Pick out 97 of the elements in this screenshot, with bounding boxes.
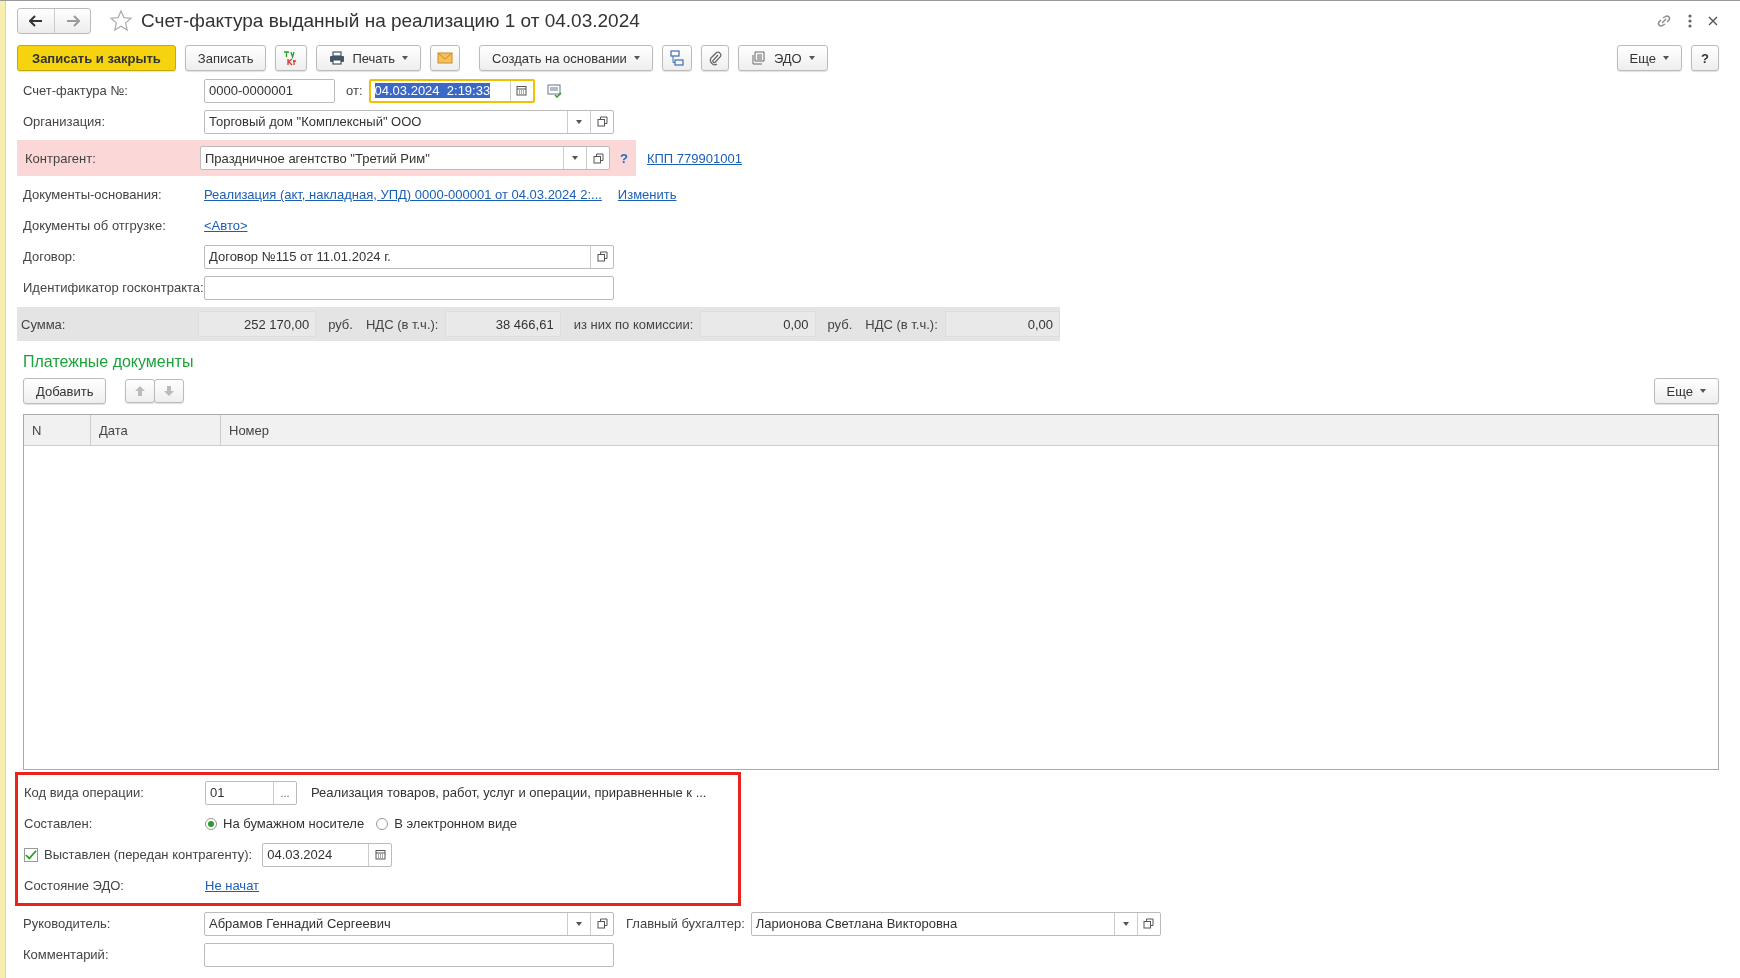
gov-contract-id-field[interactable] — [204, 275, 614, 300]
field-label: Контрагент: — [24, 150, 97, 166]
attachment-button[interactable] — [700, 45, 729, 71]
move-down-button[interactable] — [154, 379, 185, 403]
select-button[interactable]: ... — [273, 781, 296, 804]
checkbox-label: Выставлен (передан контрагенту): — [44, 847, 253, 862]
email-button[interactable] — [430, 45, 460, 71]
open-window-icon — [596, 918, 608, 929]
issued-date-field[interactable]: 04.03.2024 — [262, 842, 393, 867]
column-header[interactable]: Номер — [221, 415, 1718, 445]
field-label: Счет-фактура №: — [22, 83, 129, 98]
structure-icon — [668, 50, 685, 66]
date-field[interactable]: 04.03.2024 2:19:33 — [368, 78, 535, 103]
radio-option[interactable]: В электронном виде — [376, 816, 517, 831]
total-value: 0,00 — [700, 311, 816, 337]
radio-option[interactable]: На бумажном носителе — [205, 816, 365, 831]
total-label: НДС (в т.ч.): — [365, 316, 439, 332]
edo-button[interactable]: ЭДО — [737, 45, 828, 71]
help-button[interactable]: ? — [1691, 45, 1719, 71]
open-window-icon — [596, 116, 608, 127]
operation-code-field[interactable]: 01 ... — [205, 780, 297, 805]
chief-accountant-field[interactable]: Ларионова Светлана Викторовна — [750, 911, 1161, 936]
field-label: Документы-основания: — [22, 187, 163, 202]
forward-arrow-icon — [65, 15, 80, 27]
currency-label: руб. — [328, 316, 353, 332]
print-button[interactable]: Печать — [316, 45, 421, 71]
invoice-number-field[interactable]: 0000-0000001 — [204, 78, 335, 103]
total-value: 252 170,00 — [198, 311, 317, 337]
calendar-icon — [374, 849, 386, 860]
dropdown-icon — [576, 119, 582, 124]
more-menu-icon[interactable] — [1687, 13, 1693, 29]
base-document-link[interactable]: Реализация (акт, накладная, УПД) 0000-000001 от 04.03.2024 2:... — [204, 187, 602, 202]
printer-icon — [329, 51, 346, 65]
field-label: Комментарий: — [22, 947, 110, 962]
more-button[interactable]: Еще — [1616, 45, 1683, 71]
kpp-link[interactable]: КПП 779901001 — [646, 150, 742, 166]
save-button[interactable]: Записать — [184, 45, 267, 71]
field-label: Документы об отгрузке: — [22, 218, 167, 233]
move-up-button[interactable] — [125, 379, 156, 403]
field-label: Код вида операции: — [23, 785, 145, 800]
field-label: Руководитель: — [22, 916, 112, 931]
section-title: Платежные документы — [23, 353, 195, 371]
caret-icon — [1663, 56, 1670, 60]
caret-icon — [402, 56, 408, 60]
envelope-icon — [437, 52, 453, 64]
shipping-documents-link[interactable]: <Авто> — [204, 218, 248, 233]
structure-button[interactable] — [661, 45, 692, 71]
paperclip-icon — [707, 50, 722, 66]
back-arrow-icon — [29, 15, 43, 27]
field-label: Главный бухгалтер: — [626, 916, 745, 931]
checkbox[interactable] — [24, 847, 38, 862]
dropdown-icon — [572, 156, 578, 160]
document-stack-icon — [750, 51, 767, 65]
operation-description: Реализация товаров, работ, услуг и операции, приравненные к ... — [311, 785, 707, 800]
contract-field[interactable]: Договор №115 от 11.01.2024 г. — [204, 244, 614, 269]
currency-label: руб. — [827, 316, 853, 332]
total-value: 0,00 — [944, 311, 1060, 337]
caret-icon — [808, 56, 815, 60]
arrow-down-icon — [163, 385, 176, 397]
total-label: НДС (в т.ч.): — [865, 316, 938, 332]
open-window-icon — [1143, 918, 1155, 929]
add-button[interactable]: Добавить — [23, 378, 107, 404]
create-based-on-button[interactable]: Создать на основании — [479, 45, 653, 71]
edo-state-link[interactable]: Не начат — [205, 878, 260, 893]
save-and-close-button[interactable]: Записать и закрыть — [17, 45, 176, 71]
caret-icon — [633, 56, 640, 60]
arrow-up-icon — [134, 385, 147, 397]
total-value: 38 466,61 — [445, 311, 561, 337]
accounting-entries-button[interactable] — [275, 45, 308, 71]
head-field[interactable]: Абрамов Геннадий Сергеевич — [204, 911, 614, 936]
counterparty-field[interactable]: Праздничное агентство "Третий Рим" — [200, 146, 610, 170]
open-window-icon — [592, 152, 604, 164]
favorite-star-icon[interactable] — [109, 9, 133, 33]
field-label: от: — [346, 83, 363, 98]
total-label: Сумма: — [21, 316, 67, 332]
field-label: Договор: — [22, 249, 77, 264]
column-header[interactable]: N — [24, 415, 91, 445]
help-link[interactable]: ? — [620, 150, 628, 166]
change-link[interactable]: Изменить — [617, 187, 677, 202]
dropdown-icon — [1122, 921, 1129, 926]
close-icon[interactable] — [1707, 15, 1719, 27]
open-window-icon — [596, 251, 608, 262]
window-title: Счет-фактура выданный на реализацию 1 от 04.03.2024 — [141, 10, 640, 32]
organization-field[interactable]: Торговый дом "Комплексный" ООО — [204, 109, 614, 134]
comment-field[interactable] — [204, 942, 614, 967]
more-button[interactable]: Еще — [1653, 378, 1719, 404]
field-label: Идентификатор госконтракта: — [22, 280, 204, 295]
total-label: из них по комиссии: — [573, 316, 694, 332]
field-label: Составлен: — [23, 816, 94, 831]
field-label: Состояние ЭДО: — [23, 878, 125, 893]
field-label: Организация: — [22, 114, 107, 129]
document-check-icon[interactable] — [546, 83, 563, 98]
column-header[interactable]: Дата — [91, 415, 221, 445]
caret-icon — [1700, 389, 1706, 393]
link-icon[interactable] — [1655, 12, 1673, 30]
calendar-icon — [516, 85, 527, 96]
dropdown-icon — [576, 921, 582, 926]
